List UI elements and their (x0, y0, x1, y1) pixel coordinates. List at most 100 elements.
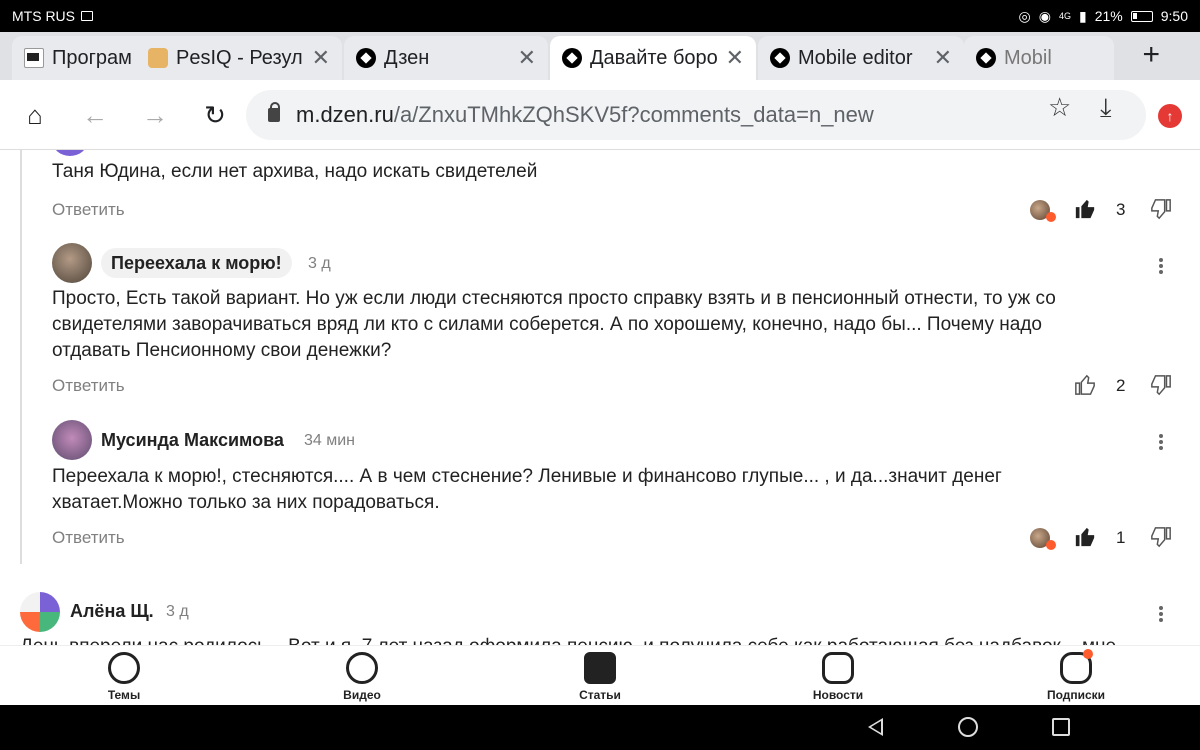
reply-link[interactable]: Ответить (52, 376, 125, 396)
battery-icon (1130, 10, 1153, 22)
comment-time: 3 д (166, 603, 189, 620)
dislike-icon[interactable] (1150, 526, 1172, 548)
comment-text: День вперели нас родилось... Вот и я. 7 … (20, 634, 1116, 645)
heart-icon (1046, 540, 1056, 550)
tab-title: Mobile editor (798, 46, 913, 69)
comment-line: свидетелями заворачиваться вряд ли кто с… (52, 314, 1042, 335)
nav-item-subscriptions[interactable]: Подписки (1016, 649, 1136, 702)
notification-dot (1083, 649, 1093, 659)
articles-icon (584, 652, 616, 684)
download-icon[interactable]: ⤓ (1100, 92, 1112, 124)
like-count: 3 (1116, 200, 1126, 219)
news-icon (822, 652, 854, 684)
reload-icon[interactable]: ↻ (200, 100, 230, 130)
reply-link[interactable]: Ответить (52, 200, 125, 220)
nav-label: Темы (107, 688, 141, 702)
nav-label: Видео (343, 688, 381, 702)
eye-icon: ◉ (1038, 7, 1051, 24)
comment-line: хватает.Можно только за них порадоваться… (52, 492, 440, 513)
dzen-icon (770, 48, 790, 68)
tab-title: PesIQ - Резуль (176, 46, 304, 69)
nav-item-themes[interactable]: Темы (64, 652, 184, 702)
url-host: m.dzen.ru (296, 102, 394, 127)
tab-4-active[interactable]: Давайте боро ✕ (550, 36, 756, 80)
thread-line (20, 150, 22, 564)
nav-item-articles[interactable]: Статьи (540, 652, 660, 702)
tab-title: Mobil (1004, 46, 1052, 69)
signal-icon: ▮ (1079, 7, 1087, 24)
tab-title: Дзен (384, 46, 430, 69)
recents-square-icon[interactable] (1052, 718, 1070, 736)
like-icon-filled[interactable] (1074, 198, 1096, 220)
comments-section: Таня Юдина, если нет архива, надо искать… (0, 150, 1200, 645)
home-circle-icon[interactable] (958, 717, 978, 737)
comment-time: 34 мин (304, 432, 356, 449)
dzen-icon (976, 48, 996, 68)
url-path: /a/ZnxuTMhkZQhSKV5f?comments_data=n_new (393, 102, 874, 127)
nav-item-news[interactable]: Новости (778, 652, 898, 702)
dzen-icon (356, 48, 376, 68)
dislike-icon[interactable] (1150, 198, 1172, 220)
author-name[interactable]: Мусинда Максимова (101, 430, 284, 451)
dislike-icon[interactable] (1150, 374, 1172, 396)
nav-label: Подписки (1046, 688, 1106, 702)
heart-icon (1046, 212, 1056, 222)
like-count: 2 (1116, 376, 1126, 395)
reply-link[interactable]: Ответить (52, 528, 125, 548)
clock: 9:50 (1160, 8, 1188, 24)
more-icon[interactable] (1159, 432, 1163, 452)
location-icon: ◎ (1018, 7, 1031, 24)
nav-item-video[interactable]: Видео (302, 652, 422, 702)
video-icon (346, 652, 378, 684)
bottom-navigation: Темы Видео Статьи Новости Подписки (0, 645, 1200, 705)
avatar[interactable] (52, 150, 88, 156)
back-triangle-icon[interactable] (868, 718, 883, 736)
like-icon[interactable] (1074, 374, 1096, 396)
avatar[interactable] (52, 243, 92, 283)
address-bar[interactable]: m.dzen.ru/a/ZnxuTMhkZQhSKV5f?comments_da… (246, 90, 1146, 140)
tab-6[interactable]: Mobil (964, 36, 1114, 80)
sim-icon (81, 11, 93, 21)
like-count: 1 (1116, 528, 1126, 547)
avatar[interactable] (52, 420, 92, 460)
close-icon[interactable]: ✕ (312, 45, 330, 71)
author-name[interactable]: Переехала к морю! (101, 248, 292, 278)
forward-icon[interactable]: → (140, 100, 170, 130)
nav-label: Статьи (579, 688, 621, 702)
system-navigation (0, 705, 1200, 750)
tab-3[interactable]: Дзен ✕ (344, 36, 548, 80)
comment-line: Переехала к морю!, стесняются.... А в че… (52, 466, 1002, 487)
tab-strip: Програм PesIQ - Резуль ✕ Дзен ✕ Давайте … (0, 32, 1200, 80)
subscriptions-icon (1060, 649, 1093, 684)
star-icon[interactable]: ☆ (1048, 92, 1071, 123)
compass-icon (108, 652, 140, 684)
status-bar: MTS RUS ◎ ◉ 4G ▮ 21% 9:50 (0, 0, 1200, 32)
upload-extension-icon[interactable]: ↑ (1158, 104, 1182, 128)
signal-label: 4G (1058, 11, 1071, 21)
tab-2[interactable]: PesIQ - Резуль ✕ (136, 36, 342, 80)
author-name[interactable]: Алёна Щ. (70, 601, 154, 622)
avatar[interactable] (20, 592, 60, 632)
more-icon[interactable] (1159, 256, 1163, 276)
home-icon[interactable]: ⌂ (20, 100, 50, 130)
close-icon[interactable]: ✕ (726, 45, 744, 71)
lock-icon (268, 102, 280, 122)
close-icon[interactable]: ✕ (518, 45, 536, 71)
pc-icon (24, 48, 44, 68)
new-tab-button[interactable]: + (1142, 38, 1160, 72)
tab-5[interactable]: Mobile editor ✕ (758, 36, 964, 80)
comment-line: отдавать Пенсионному свои денежки? (52, 340, 392, 361)
comment-text: Переехала к морю!, стесняются.... А в че… (52, 464, 1002, 516)
like-icon-filled[interactable] (1074, 526, 1096, 548)
comment-text: Таня Юдина, если нет архива, надо искать… (52, 161, 538, 182)
close-icon[interactable]: ✕ (934, 45, 952, 71)
more-icon[interactable] (1159, 604, 1163, 624)
comment-text: Просто, Есть такой вариант. Но уж если л… (52, 286, 1056, 364)
back-icon[interactable]: ← (80, 100, 110, 130)
dzen-icon (562, 48, 582, 68)
comment-time: 3 д (308, 255, 331, 272)
nav-label: Новости (812, 688, 864, 702)
carrier-label: MTS RUS (12, 8, 75, 24)
comment-line: Просто, Есть такой вариант. Но уж если л… (52, 288, 1056, 309)
tab-title: Давайте боро (590, 46, 718, 69)
